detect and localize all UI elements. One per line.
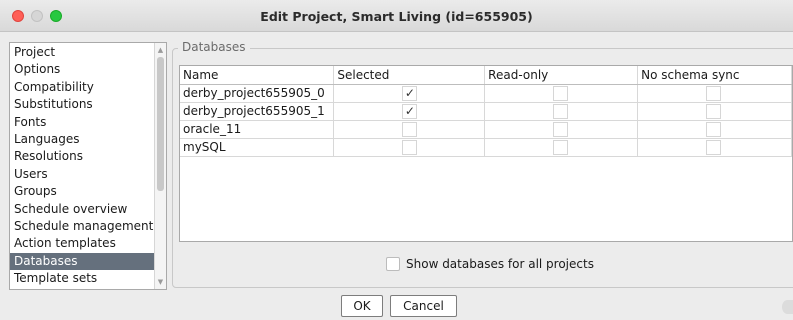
- read-only-cell: [484, 138, 639, 157]
- database-name-cell[interactable]: derby_project655905_1: [180, 102, 335, 121]
- no-schema-sync-cell: [637, 84, 792, 103]
- sidebar-item-fonts[interactable]: Fonts: [10, 114, 155, 131]
- database-name-cell[interactable]: mySQL: [180, 138, 335, 157]
- sidebar-item-languages[interactable]: Languages: [10, 131, 155, 148]
- no-schema-sync-checkbox[interactable]: [706, 85, 722, 101]
- no-schema-sync-cell: [637, 102, 792, 121]
- selected-checkbox[interactable]: [402, 121, 418, 137]
- selected-cell: [333, 120, 486, 139]
- scroll-up-icon[interactable]: ▲: [156, 45, 165, 55]
- sidebar-item-resolutions[interactable]: Resolutions: [10, 148, 155, 165]
- sidebar-item-template-sets[interactable]: Template sets: [10, 270, 155, 287]
- window-title: Edit Project, Smart Living (id=655905): [260, 9, 533, 24]
- selected-cell: [333, 138, 486, 157]
- read-only-checkbox[interactable]: [553, 85, 569, 101]
- column-header-read-only[interactable]: Read-only: [484, 66, 639, 85]
- selected-checkbox[interactable]: ✓: [402, 85, 418, 101]
- show-all-databases-checkbox[interactable]: [386, 257, 400, 271]
- sidebar-item-compatibility[interactable]: Compatibility: [10, 79, 155, 96]
- table-header-row: Name Selected Read-only No schema sync: [180, 66, 792, 85]
- table-row[interactable]: oracle_11: [180, 120, 792, 139]
- read-only-cell: [484, 102, 639, 121]
- databases-group-title: Databases: [178, 40, 250, 54]
- sidebar-item-databases[interactable]: Databases: [10, 252, 155, 271]
- read-only-checkbox[interactable]: [553, 103, 569, 119]
- show-all-databases-label: Show databases for all projects: [406, 257, 594, 271]
- scroll-down-icon[interactable]: ▼: [156, 277, 165, 287]
- selected-checkbox[interactable]: [402, 139, 418, 155]
- column-header-name[interactable]: Name: [180, 66, 335, 85]
- cancel-button[interactable]: Cancel: [390, 295, 457, 317]
- read-only-checkbox[interactable]: [553, 139, 569, 155]
- resize-handle: [782, 300, 793, 314]
- scrollbar-thumb[interactable]: [157, 57, 164, 191]
- table-row[interactable]: derby_project655905_1 ✓: [180, 102, 792, 121]
- ok-button[interactable]: OK: [341, 295, 383, 317]
- no-schema-sync-checkbox[interactable]: [706, 139, 722, 155]
- column-header-selected[interactable]: Selected: [333, 66, 486, 85]
- settings-category-list[interactable]: Project Options Compatibility Substitutions…: [9, 42, 167, 290]
- selected-checkbox[interactable]: ✓: [402, 103, 418, 119]
- title-bar: Edit Project, Smart Living (id=655905): [0, 0, 793, 32]
- read-only-cell: [484, 84, 639, 103]
- no-schema-sync-checkbox[interactable]: [706, 103, 722, 119]
- sidebar-item-project[interactable]: Project: [10, 44, 155, 61]
- selected-cell: ✓: [333, 102, 486, 121]
- column-header-no-schema-sync[interactable]: No schema sync: [637, 66, 792, 85]
- selected-cell: ✓: [333, 84, 486, 103]
- sidebar-item-options[interactable]: Options: [10, 61, 155, 78]
- show-all-databases-option[interactable]: Show databases for all projects: [386, 255, 594, 273]
- sidebar-item-users[interactable]: Users: [10, 166, 155, 183]
- database-name-cell[interactable]: derby_project655905_0: [180, 84, 335, 103]
- sidebar-items: Project Options Compatibility Substitutions…: [10, 44, 155, 287]
- sidebar-item-schedule-management[interactable]: Schedule management: [10, 218, 155, 235]
- sidebar-scrollbar[interactable]: ▲ ▼: [154, 43, 166, 289]
- sidebar-item-schedule-overview[interactable]: Schedule overview: [10, 201, 155, 218]
- table-row[interactable]: derby_project655905_0 ✓: [180, 84, 792, 103]
- no-schema-sync-cell: [637, 138, 792, 157]
- sidebar-item-substitutions[interactable]: Substitutions: [10, 96, 155, 113]
- no-schema-sync-cell: [637, 120, 792, 139]
- read-only-checkbox[interactable]: [553, 121, 569, 137]
- sidebar-item-action-templates[interactable]: Action templates: [10, 235, 155, 252]
- sidebar-item-groups[interactable]: Groups: [10, 183, 155, 200]
- databases-table[interactable]: Name Selected Read-only No schema sync derb…: [179, 65, 793, 242]
- read-only-cell: [484, 120, 639, 139]
- table-row[interactable]: mySQL: [180, 138, 792, 157]
- no-schema-sync-checkbox[interactable]: [706, 121, 722, 137]
- database-name-cell[interactable]: oracle_11: [180, 120, 335, 139]
